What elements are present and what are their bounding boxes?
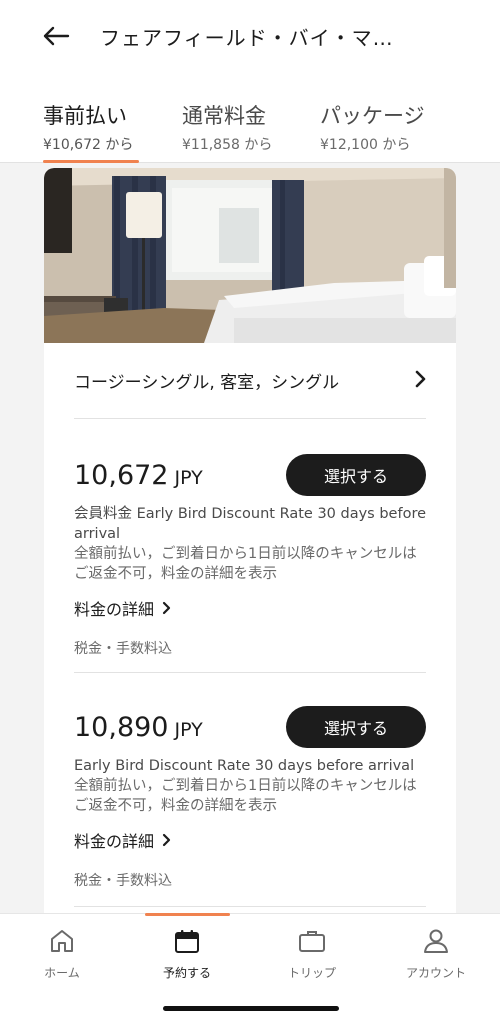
rate-currency: JPY [174,467,203,489]
divider [74,418,426,419]
tab-label: パッケージ [320,104,425,128]
select-rate-button[interactable]: 選択する [286,706,426,748]
nav-label: ホーム [44,966,80,980]
nav-label: トリップ [287,966,336,980]
tax-note: 税金・手数料込 [74,641,172,657]
rate-policy: 全額前払い，ご到着日から1日前以降のキャンセルはご返金不可，料金の詳細を表示 [74,778,417,814]
back-button[interactable] [38,18,74,54]
active-nav-indicator [145,913,230,916]
tab-label: 事前払い [43,104,127,128]
rate-details-link[interactable]: 料金の詳細 [74,596,171,620]
tab-standard-rate[interactable]: 通常料金 ¥11,858 から [182,100,272,154]
rate-name: Early Bird Discount Rate 30 days before … [74,758,415,774]
home-indicator [163,1006,339,1011]
divider [74,672,426,673]
nav-item-book[interactable]: 予約する [137,926,237,981]
header: フェアフィールド・バイ・マ… 事前払い ¥10,672 から 通常料金 ¥11,… [0,0,500,163]
chevron-right-icon [162,601,171,615]
home-icon [51,930,73,952]
rate-details-link[interactable]: 料金の詳細 [74,828,171,852]
nav-label: アカウント [405,966,466,980]
nav-item-account[interactable]: アカウント [386,926,486,981]
nav-item-trips[interactable]: トリップ [262,926,362,981]
tab-price: ¥10,672 から [43,137,134,153]
rate-option: 10,890 JPY 選択する Early Bird Discount Rate … [74,706,426,890]
rate-amount: 10,890 [74,712,169,743]
tab-label: 通常料金 [182,104,266,128]
nav-item-home[interactable]: ホーム [12,926,112,981]
room-type-row[interactable]: コージーシングル, 客室，シングル [74,368,426,394]
back-arrow-icon [43,26,70,46]
select-rate-button[interactable]: 選択する [286,454,426,496]
rate-currency: JPY [174,719,203,741]
tab-prepay[interactable]: 事前払い ¥10,672 から [43,100,133,154]
rate-details-label: 料金の詳細 [74,600,155,619]
room-card: コージーシングル, 客室，シングル 10,672 JPY 選択する 会員料金 Ea… [44,168,456,928]
account-icon [424,929,448,953]
page-title: フェアフィールド・バイ・マ… [100,26,394,50]
tab-price: ¥12,100 から [320,137,411,153]
rate-amount: 10,672 [74,460,169,491]
divider [74,906,426,907]
room-type-name: コージーシングル, 客室，シングル [74,373,340,393]
tab-package[interactable]: パッケージ ¥12,100 から [320,100,425,154]
calendar-icon [175,930,199,953]
rate-name: 会員料金 Early Bird Discount Rate 30 days be… [74,506,427,542]
rate-policy: 全額前払い，ご到着日から1日前以降のキャンセルはご返金不可，料金の詳細を表示 [74,546,417,582]
rate-details-label: 料金の詳細 [74,832,155,851]
briefcase-icon [299,931,325,952]
chevron-right-icon [415,370,426,388]
tab-price: ¥11,858 から [182,137,273,153]
rate-price: 10,672 JPY [74,460,203,491]
nav-label: 予約する [162,966,211,980]
chevron-right-icon [162,833,171,847]
active-tab-indicator [43,160,139,163]
rate-option: 10,672 JPY 選択する 会員料金 Early Bird Discount … [74,454,426,658]
tax-note: 税金・手数料込 [74,873,172,889]
room-photo[interactable] [44,168,456,343]
rate-price: 10,890 JPY [74,712,203,743]
